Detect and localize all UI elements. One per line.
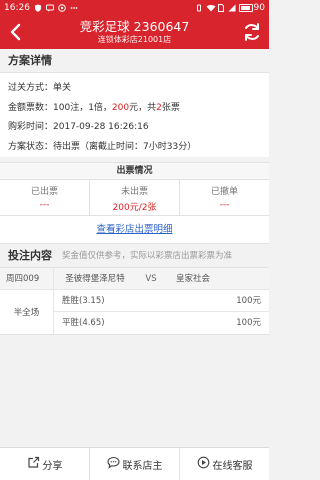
message-icon: [45, 4, 54, 12]
ticket-status-panel: 出票情况 已出票 --- 未出票 200元/2张 已撤单 ---: [0, 162, 269, 216]
battery-text: 90: [253, 3, 265, 13]
bet-section-title: 投注内容: [8, 248, 52, 262]
plan-details: 过关方式：单关 金额票数：100注，1倍，200元，共2张票 购彩时间：2017…: [0, 73, 269, 157]
vs-label: VS: [145, 274, 157, 284]
amount-label: 金额票数：: [8, 102, 54, 113]
ticket-status-columns: 已出票 --- 未出票 200元/2张 已撤单 ---: [0, 180, 269, 215]
more-icon: [70, 4, 78, 12]
online-service-button[interactable]: 在线客服: [180, 448, 269, 480]
amount-row: 金额票数：100注，1倍，200元，共2张票: [8, 99, 261, 119]
purchase-time-value: 2017-09-28 16:26:16: [53, 122, 149, 132]
ticket-pending-value: 200元/2张: [112, 203, 157, 213]
ticket-cancelled-value: ---: [219, 200, 230, 210]
battery-indicator: 90: [238, 3, 265, 13]
plan-section-title: 方案详情: [0, 49, 269, 73]
ticket-detail-link[interactable]: 查看彩店出票明细: [0, 216, 269, 244]
battery-fill: [240, 6, 250, 10]
ticket-cancelled: 已撤单 ---: [180, 180, 269, 215]
bet-type-label: 半全场: [0, 290, 54, 334]
bet-section-header: 投注内容 奖金值仅供参考，实际以彩票店出票彩票为准: [0, 244, 269, 268]
ticket-pending: 未出票 200元/2张: [90, 180, 180, 215]
pass-method-row: 过关方式：单关: [8, 79, 261, 99]
bonus-note: 奖金值仅供参考，实际以彩票店出票彩票为准: [62, 250, 233, 261]
ticket-unit: 张票: [161, 102, 180, 113]
bet-option-amount: 100元: [236, 296, 261, 306]
purchase-time-label: 购彩时间：: [8, 122, 54, 132]
match-row: 周四009 圣彼得堡泽尼特 VS 皇家社会: [0, 268, 269, 290]
vibrate-icon: [195, 4, 203, 12]
order-number: 2360647: [133, 19, 190, 34]
share-icon: [27, 456, 40, 472]
match-info: 周四009 圣彼得堡泽尼特 VS 皇家社会: [0, 268, 269, 290]
status-bar: 16:26 90: [0, 0, 269, 16]
ticket-status-title: 出票情况: [0, 163, 269, 180]
bet-option-amount: 100元: [236, 318, 261, 328]
ticket-issued-value: ---: [39, 200, 50, 210]
contact-owner-button[interactable]: 联系店主: [90, 448, 180, 480]
chat-icon: [106, 456, 120, 472]
home-team: 圣彼得堡泽尼特: [65, 274, 125, 284]
ticket-issued: 已出票 ---: [0, 180, 90, 215]
ticket-cancelled-label: 已撤单: [210, 187, 238, 197]
plan-status-value: 待出票（离截止时间：7小时33分）: [53, 141, 197, 152]
bet-option-name: 胜胜(3.15): [62, 296, 105, 306]
wifi-icon: [206, 4, 216, 12]
amount-unit: 元，共: [129, 102, 157, 113]
amount-value: 200: [111, 102, 130, 113]
contact-owner-label: 联系店主: [122, 460, 163, 472]
plan-status-label: 方案状态：: [8, 141, 54, 152]
bet-options: 半全场 胜胜(3.15) 100元 平胜(4.65) 100元: [0, 290, 269, 335]
bet-option: 胜胜(3.15) 100元: [54, 290, 269, 312]
service-icon: [197, 456, 210, 472]
pass-method-label: 过关方式：: [8, 83, 54, 93]
app-icon: [58, 4, 66, 12]
bottom-action-bar: 分享 联系店主 在线客服: [0, 447, 269, 480]
notification-icon: [34, 4, 42, 12]
match-code: 周四009: [0, 268, 54, 289]
pass-method-value: 单关: [53, 83, 72, 93]
page-title-text: 竞彩足球: [79, 19, 130, 34]
online-service-label: 在线客服: [212, 460, 253, 472]
app-header: 竞彩足球 2360647 连锁体彩店21001店: [0, 16, 269, 49]
bet-option: 平胜(4.65) 100元: [54, 312, 269, 334]
status-time: 16:26: [4, 3, 30, 13]
away-team: 皇家社会: [176, 274, 211, 284]
ticket-pending-label: 未出票: [120, 187, 148, 197]
plan-status-row: 方案状态：待出票（离截止时间：7小时33分）: [8, 138, 261, 158]
purchase-time-row: 购彩时间：2017-09-28 16:26:16: [8, 118, 261, 138]
refresh-icon[interactable]: [241, 21, 263, 43]
store-name: 连锁体彩店21001店: [97, 35, 172, 44]
bet-option-list: 胜胜(3.15) 100元 平胜(4.65) 100元: [54, 290, 269, 334]
sim-icon: [217, 4, 225, 12]
ticket-issued-label: 已出票: [30, 187, 58, 197]
share-button[interactable]: 分享: [0, 448, 90, 480]
amount-prefix: 100注，1倍，: [53, 102, 112, 113]
signal-icon: [228, 4, 236, 12]
bet-option-name: 平胜(4.65): [62, 318, 105, 328]
page-title: 竞彩足球 2360647: [0, 16, 269, 35]
share-label: 分享: [42, 460, 63, 472]
